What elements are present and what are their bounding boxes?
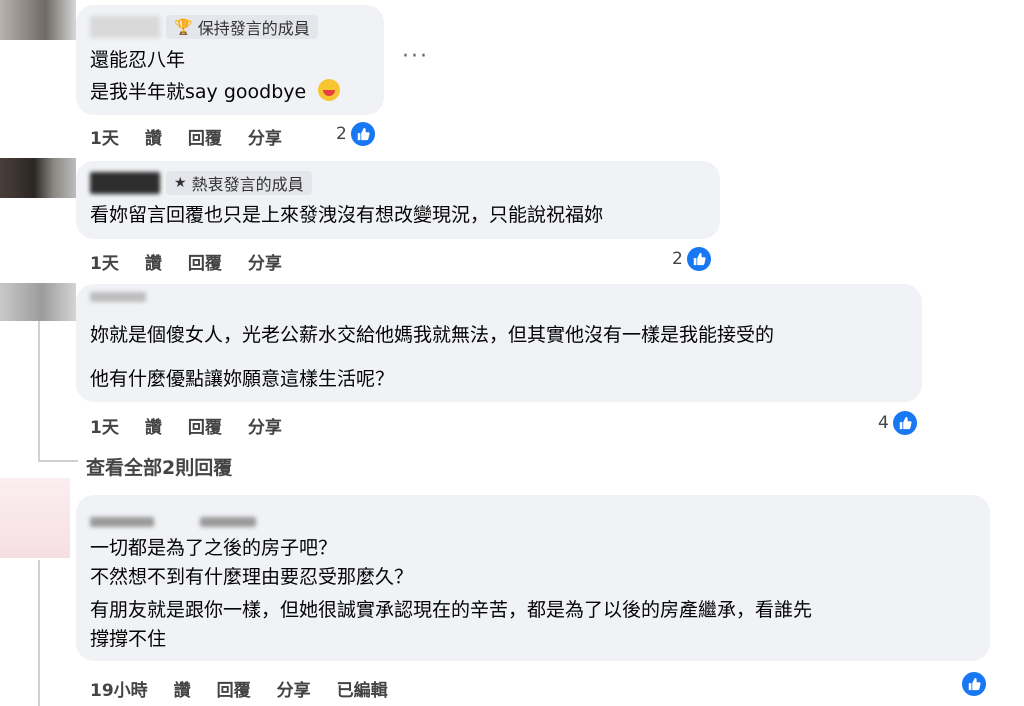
author-name[interactable] (90, 292, 146, 302)
comment-line: 是我半年就say goodbye (90, 79, 341, 106)
share-link[interactable]: 分享 (248, 249, 282, 274)
share-link[interactable]: 分享 (277, 676, 311, 701)
share-link[interactable]: 分享 (248, 124, 282, 149)
star-icon: ★ (174, 175, 187, 191)
like-link[interactable]: 讚 (145, 124, 162, 149)
comment-line: 看妳留言回覆也只是上來發洩沒有想改變現況，只能說祝福妳 (90, 204, 604, 226)
reply-link[interactable]: 回覆 (188, 124, 222, 149)
more-options-button[interactable]: ··· (402, 44, 429, 69)
trophy-icon: 🏆 (174, 18, 193, 36)
author-row: 🏆 保持發言的成員 (90, 15, 318, 39)
avatar[interactable] (0, 478, 70, 558)
comment-line: 妳就是個傻女人，光老公薪水交給他媽我就無法，但其實他沒有一樣是我能接受的 (90, 324, 775, 346)
comment-actions: 1天 讚 回覆 分享 (90, 124, 282, 149)
reaction-count[interactable] (960, 670, 988, 698)
view-all-replies-link[interactable]: 查看全部2則回覆 (86, 453, 232, 480)
comment-line: 他有什麼優點讓妳願意這樣生活呢？ (90, 368, 395, 390)
thread-line (38, 300, 40, 460)
like-link[interactable]: 讚 (145, 249, 162, 274)
timestamp[interactable]: 1天 (90, 124, 119, 149)
comment-actions: 1天 讚 回覆 分享 (90, 249, 282, 274)
comment-actions: 19小時 讚 回覆 分享 已編輯 (90, 676, 388, 701)
thread-line (38, 560, 40, 706)
comment-line: 還能忍八年 (90, 49, 186, 71)
comment-actions: 1天 讚 回覆 分享 (90, 413, 282, 438)
comment-line-text: 是我半年就say goodbye (90, 81, 307, 103)
comment-line: 一切都是為了之後的房子吧？ (90, 537, 338, 559)
edited-label: 已編輯 (336, 681, 388, 701)
reply-link[interactable]: 回覆 (188, 413, 222, 438)
share-link[interactable]: 分享 (248, 413, 282, 438)
timestamp[interactable]: 1天 (90, 249, 119, 274)
author-name[interactable] (90, 172, 160, 194)
like-link[interactable]: 讚 (145, 413, 162, 438)
thumbs-up-icon (684, 245, 713, 273)
author-name-extra (200, 517, 256, 527)
reaction-count-text: 2 (336, 124, 347, 144)
avatar[interactable] (0, 283, 76, 321)
reaction-count-text: 4 (878, 413, 889, 433)
like-link[interactable]: 讚 (174, 676, 191, 701)
author-name[interactable] (90, 16, 160, 38)
laughing-emoji-icon (318, 79, 341, 101)
member-badge: 🏆 保持發言的成員 (166, 15, 318, 39)
reply-link[interactable]: 回覆 (217, 676, 251, 701)
reply-link[interactable]: 回覆 (188, 249, 222, 274)
thumbs-up-icon (348, 120, 377, 148)
thumbs-up-icon (960, 670, 988, 698)
reaction-count-text: 2 (672, 249, 683, 269)
thread-line (38, 460, 78, 462)
avatar[interactable] (0, 158, 76, 198)
member-badge: ★ 熱衷發言的成員 (166, 171, 312, 195)
author-name[interactable] (90, 517, 154, 527)
timestamp[interactable]: 1天 (90, 413, 119, 438)
comment-line: 有朋友就是跟你一樣，但她很誠實承認現在的辛苦，都是為了以後的房產繼承，看誰先 (90, 599, 813, 621)
reaction-count[interactable]: 2 (336, 120, 377, 148)
reaction-count[interactable]: 2 (672, 245, 713, 273)
avatar[interactable] (0, 0, 76, 40)
thumbs-up-icon (890, 409, 919, 437)
reaction-count[interactable]: 4 (878, 409, 919, 437)
timestamp[interactable]: 19小時 (90, 676, 148, 701)
comment-line: 不然想不到有什麼理由要忍受那麼久？ (90, 566, 414, 588)
comment-line: 撐撐不住 (90, 628, 167, 650)
author-row: ★ 熱衷發言的成員 (90, 171, 312, 195)
